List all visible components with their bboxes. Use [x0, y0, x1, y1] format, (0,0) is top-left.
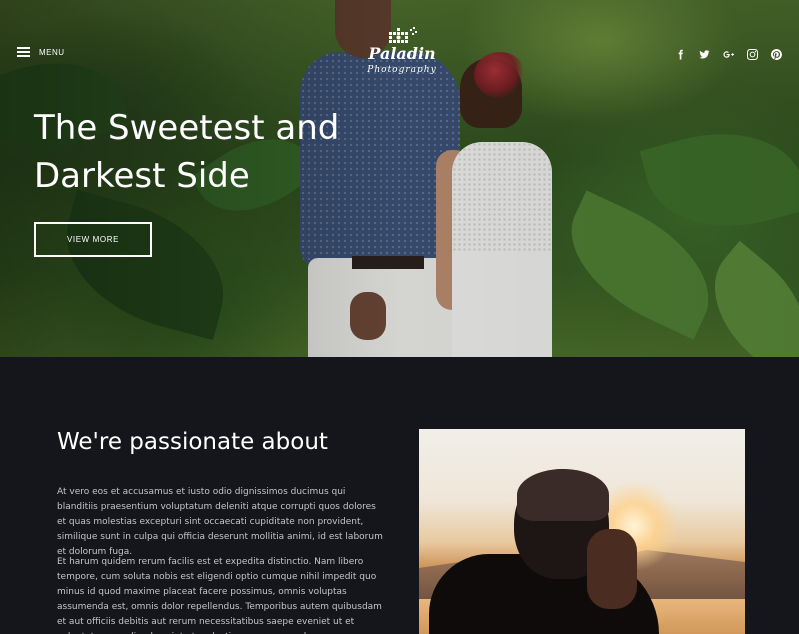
- photographer-photo: [419, 429, 745, 634]
- view-more-button[interactable]: VIEW MORE: [34, 222, 152, 257]
- camera-logo-icon: [389, 27, 417, 43]
- instagram-link[interactable]: [746, 48, 758, 60]
- pinterest-link[interactable]: [770, 48, 782, 60]
- twitter-link[interactable]: [698, 48, 710, 60]
- facebook-link[interactable]: [674, 48, 686, 60]
- hero-title-line-2: Darkest Side: [34, 156, 250, 196]
- about-paragraph-2: Et harum quidem rerum facilis est et exp…: [57, 557, 382, 634]
- menu-label: MENU: [39, 47, 65, 57]
- menu-button[interactable]: MENU: [17, 47, 65, 57]
- hero-title-line-1: The Sweetest and: [34, 108, 340, 148]
- logo-text: Paladin: [368, 44, 436, 63]
- about-paragraph-1: At vero eos et accusamus et iusto odio d…: [57, 487, 383, 557]
- about-title: We're passionate about: [57, 429, 328, 455]
- hamburger-icon: [17, 47, 30, 57]
- social-links: [674, 48, 782, 60]
- instagram-icon: [746, 48, 758, 60]
- logo-subtext: Photography: [367, 65, 437, 75]
- google-plus-icon: [722, 50, 734, 58]
- about-section: We're passionate about At vero eos et ac…: [0, 357, 799, 634]
- twitter-icon: [698, 49, 710, 59]
- photo-person-cap: [517, 469, 609, 521]
- photo-person-hand: [587, 529, 637, 609]
- hero-banner: MENU Paladin Photography The Sweetest an…: [0, 0, 799, 357]
- hero-title: The Sweetest and Darkest Side: [34, 104, 374, 200]
- pinterest-icon: [770, 48, 782, 60]
- google-plus-link[interactable]: [722, 48, 734, 60]
- facebook-icon: [678, 49, 683, 60]
- site-logo[interactable]: Paladin Photography: [359, 24, 445, 84]
